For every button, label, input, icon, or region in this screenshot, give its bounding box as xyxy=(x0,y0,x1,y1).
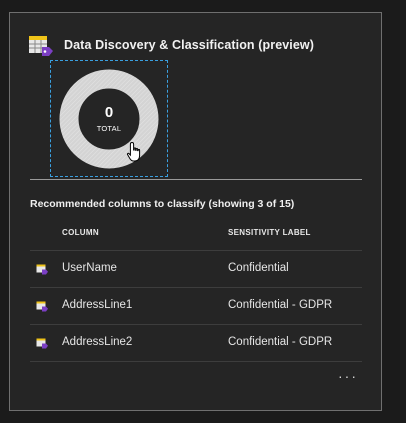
classification-tile[interactable]: Data Discovery & Classification (preview… xyxy=(9,12,382,411)
table-row[interactable]: UserName Confidential xyxy=(30,251,362,288)
sensitivity-label: Confidential xyxy=(228,262,289,274)
column-name: AddressLine1 xyxy=(62,299,133,311)
column-header: COLUMN xyxy=(62,228,99,237)
table-row[interactable]: AddressLine1 Confidential - GDPR xyxy=(30,288,362,325)
sensitivity-label-header: SENSITIVITY LABEL xyxy=(228,228,311,237)
column-name: UserName xyxy=(62,262,117,274)
total-donut-chart[interactable]: 0 TOTAL xyxy=(50,60,168,177)
sensitivity-label: Confidential - GDPR xyxy=(228,299,333,311)
more-ellipsis-button[interactable]: ··· xyxy=(338,369,358,383)
table-row[interactable]: AddressLine2 Confidential - GDPR xyxy=(30,325,362,362)
column-icon xyxy=(36,264,48,275)
column-icon xyxy=(36,301,48,312)
table-header: COLUMN SENSITIVITY LABEL xyxy=(30,216,362,251)
recommended-columns-title: Recommended columns to classify (showing… xyxy=(30,198,295,210)
section-divider xyxy=(30,179,362,180)
tile-title: Data Discovery & Classification (preview… xyxy=(64,38,315,52)
column-name: AddressLine2 xyxy=(62,336,133,348)
sensitivity-label: Confidential - GDPR xyxy=(228,336,333,348)
data-classification-icon xyxy=(29,36,53,56)
recommended-columns-table: COLUMN SENSITIVITY LABEL UserName Confid… xyxy=(30,216,362,362)
column-icon xyxy=(36,338,48,349)
total-caption: TOTAL xyxy=(96,124,122,133)
total-count: 0 xyxy=(104,104,114,121)
hand-cursor-icon xyxy=(126,141,141,162)
